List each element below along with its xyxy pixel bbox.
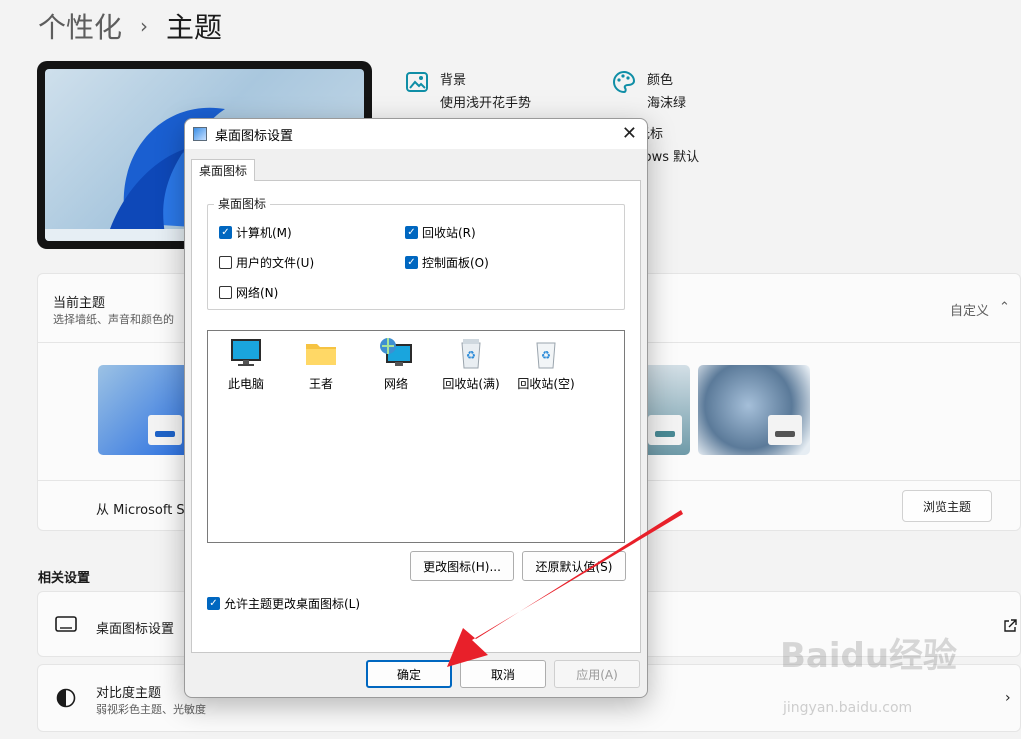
red-arrow-annotation <box>447 510 683 667</box>
tab-desktop-icons[interactable]: 桌面图标 <box>191 159 255 181</box>
arrow-shape <box>447 510 683 667</box>
